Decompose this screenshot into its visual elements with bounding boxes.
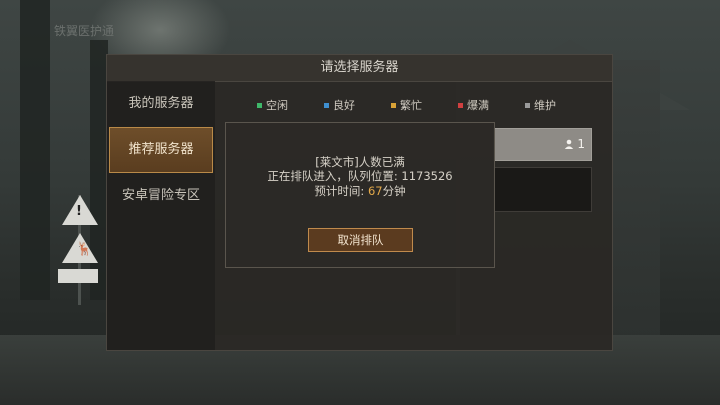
legend-maintenance: 维护 (525, 97, 556, 113)
sidebar-item-my-servers[interactable]: 我的服务器 (107, 82, 215, 126)
server-row-empty[interactable] (493, 167, 592, 212)
legend-good: 良好 (324, 97, 355, 113)
status-legend: 空闲 良好 繁忙 爆满 维护 (257, 97, 592, 113)
status-dot-icon (525, 102, 530, 108)
queue-eta-value: 67 (367, 184, 383, 198)
status-dot-icon (458, 102, 463, 108)
status-dot-icon (324, 102, 329, 108)
sidebar-item-android-zone[interactable]: 安卓冒险专区 (107, 174, 215, 218)
dialog-title: 请选择服务器 (107, 55, 612, 82)
server-row[interactable]: 1 (493, 128, 592, 161)
user-icon (565, 139, 574, 149)
queue-position: 1173526 (401, 169, 453, 183)
queue-eta-line: 预计时间: 67分钟 (314, 184, 406, 198)
road-signs: ! 🦌 (58, 195, 102, 305)
server-category-sidebar: 我的服务器 推荐服务器 安卓冒险专区 (107, 81, 215, 350)
legend-busy: 繁忙 (391, 97, 422, 113)
cancel-queue-button[interactable]: 取消排队 (308, 228, 413, 252)
legend-full: 爆满 (458, 97, 489, 113)
legend-idle: 空闲 (257, 97, 288, 113)
player-count: 1 (564, 137, 585, 151)
queue-popup: [莱文市]人数已满 正在排队进入，队列位置: 1173526 预计时间: 67分… (225, 122, 495, 268)
status-dot-icon (257, 102, 262, 108)
watermark: 铁翼医护通 (54, 24, 115, 38)
sidebar-item-recommended[interactable]: 推荐服务器 (109, 127, 213, 173)
queue-position-line: 正在排队进入，队列位置: 1173526 (267, 169, 453, 183)
status-dot-icon (391, 102, 396, 108)
